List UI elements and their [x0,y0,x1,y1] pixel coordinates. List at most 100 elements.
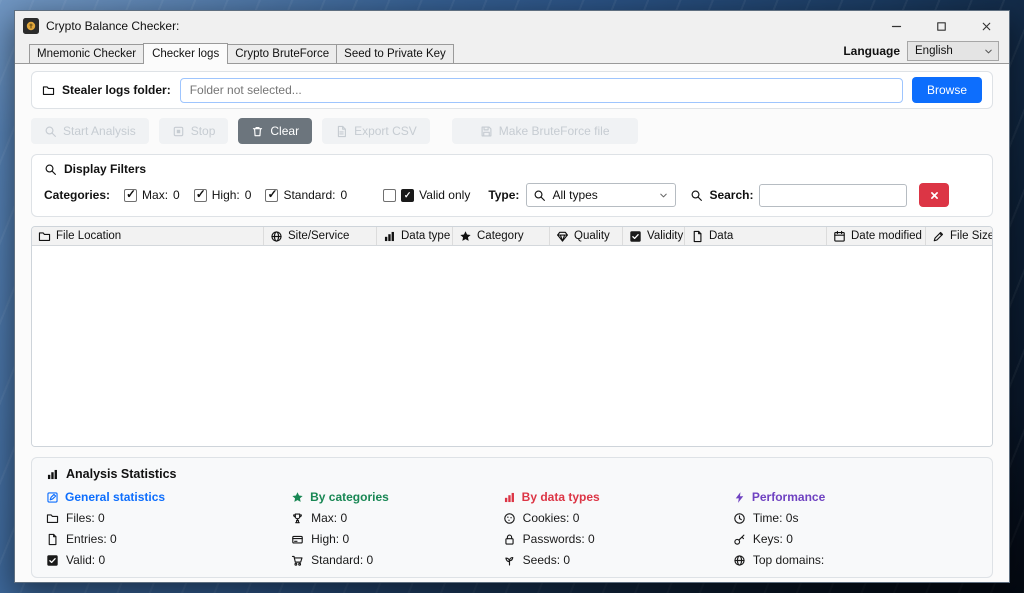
clear-button[interactable]: Clear [238,118,313,144]
lock-icon [503,533,516,546]
type-select[interactable]: All types [526,183,677,207]
column-label: Category [477,230,524,242]
stats-title: Analysis Statistics [66,467,177,481]
stat-passwords: Passwords: 0 [503,532,733,546]
cookie-icon [503,512,516,525]
check-square-icon [629,230,642,243]
filter-high[interactable]: High: 0 [193,187,252,202]
window-controls [874,11,1009,41]
clear-label: Clear [270,124,300,138]
stat-keys: Keys: 0 [733,532,978,546]
tab-seed-to-private-key[interactable]: Seed to Private Key [336,44,454,63]
action-buttons: Start Analysis Stop Clear Export CSV Mak… [31,118,993,144]
column-label: Data type [401,230,451,242]
high-count: 0 [244,188,252,202]
column-validity[interactable]: Validity [623,227,685,245]
stop-button[interactable]: Stop [158,118,229,144]
search-icon [690,189,703,202]
clipboard-edit-icon [46,491,59,504]
tab-strip: Mnemonic Checker Checker logs Crypto Bru… [15,41,1009,64]
max-count: 0 [173,188,180,202]
language-select[interactable]: English [907,41,999,61]
chevron-down-icon [658,190,669,201]
filter-max[interactable]: Max: 0 [124,187,180,202]
folder-icon [42,84,55,97]
filter-valid-only[interactable]: ✓ Valid only [383,188,470,202]
make-bruteforce-file-button[interactable]: Make BruteForce file [451,118,638,144]
column-file-location[interactable]: File Location [32,227,264,245]
stat-entries: Entries: 0 [46,532,291,546]
stat-max: Max: 0 [291,511,503,525]
window-title: Crypto Balance Checker: [46,19,180,33]
tab-checker-logs[interactable]: Checker logs [143,43,229,64]
make-bruteforce-file-label: Make BruteForce file [498,124,610,138]
stop-icon [172,125,185,138]
max-checkbox[interactable] [124,187,138,202]
export-file-icon [335,125,348,138]
bar-chart-icon [503,491,516,504]
column-category[interactable]: Category [453,227,550,245]
standard-count: 0 [340,188,348,202]
stat-standard: Standard: 0 [291,553,503,567]
close-button[interactable] [964,11,1009,41]
clear-search-button[interactable] [919,183,950,207]
column-label: Validity [647,230,684,242]
high-checkbox[interactable] [193,187,207,202]
browse-button[interactable]: Browse [911,77,982,103]
column-label: Quality [574,230,610,242]
stat-files: Files: 0 [46,511,291,525]
check-square-icon [46,554,59,567]
tab-mnemonic-checker[interactable]: Mnemonic Checker [29,44,145,63]
column-site-service[interactable]: Site/Service [264,227,377,245]
cart-icon [291,554,304,567]
column-data-type[interactable]: Data type [377,227,453,245]
maximize-button[interactable] [919,11,964,41]
tab-crypto-bruteforce[interactable]: Crypto BruteForce [227,44,338,63]
standard-checkbox[interactable] [265,187,279,202]
seed-icon [503,554,516,567]
column-label: File Size [950,230,992,242]
file-icon [691,230,704,243]
minimize-icon [890,20,903,33]
key-icon [733,533,746,546]
bar-chart-icon [383,230,396,243]
column-quality[interactable]: Quality [550,227,623,245]
export-csv-button[interactable]: Export CSV [322,118,430,144]
folder-path-input[interactable] [179,77,903,103]
trash-icon [251,125,264,138]
valid-only-checkbox[interactable] [383,188,397,202]
column-label: Site/Service [288,230,350,242]
display-filters-panel: Display Filters Categories: Max: 0 High:… [31,154,993,217]
star-icon [459,230,472,243]
x-icon [929,190,940,201]
globe-icon [733,554,746,567]
start-analysis-button[interactable]: Start Analysis [31,118,149,144]
language-label: Language [843,44,900,58]
stats-group-general: General statistics Files: 0 Entries: 0 V… [46,490,291,567]
bar-chart-icon [46,468,59,481]
column-label: File Location [56,230,122,242]
max-label: Max: [142,188,169,202]
column-date-modified[interactable]: Date modified [827,227,926,245]
stat-time: Time: 0s [733,511,978,525]
stats-group-performance: Performance Time: 0s Keys: 0 Top domains… [733,490,978,567]
column-file-size[interactable]: File Size [926,227,992,245]
stat-top-domains: Top domains: [733,553,978,567]
search-label: Search: [709,188,754,202]
column-label: Data [709,230,734,242]
filters-title: Display Filters [64,162,147,176]
folder-selection-panel: Stealer logs folder: Browse [31,71,993,109]
minimize-button[interactable] [874,11,919,41]
column-data[interactable]: Data [685,227,827,245]
star-icon [291,491,304,504]
table-body-empty [32,246,992,446]
start-analysis-label: Start Analysis [63,124,136,138]
search-input[interactable] [759,183,908,207]
standard-label: Standard: [283,188,336,202]
filter-standard[interactable]: Standard: 0 [265,187,348,202]
checker-logs-page: Stealer logs folder: Browse Start Analys… [15,63,1009,582]
close-icon [980,20,993,33]
gem-icon [556,230,569,243]
table-header: File Location Site/Service Data type Cat… [32,227,992,246]
group-title: Performance [751,490,826,504]
